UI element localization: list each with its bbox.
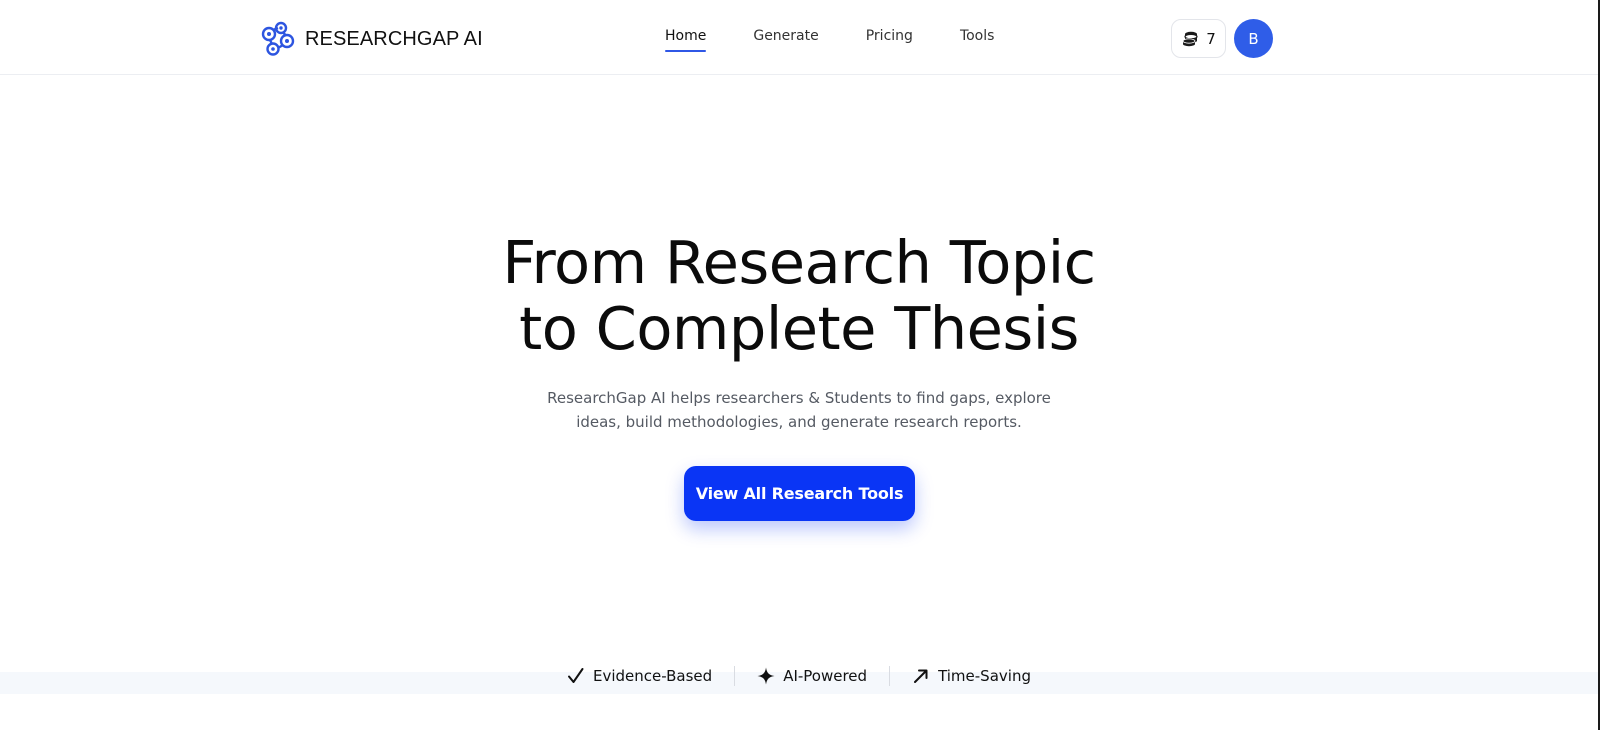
feature-label: Evidence-Based [593,667,713,685]
main-nav: Home Generate Pricing Tools [665,28,1041,52]
nav-home[interactable]: Home [665,28,707,52]
feature-time-saving: Time-Saving [890,667,1053,685]
hero-subtitle-line-2: ideas, build methodologies, and generate… [576,413,1022,431]
coins-stack-icon [1182,31,1198,46]
feature-evidence-based: Evidence-Based [545,667,734,685]
hero-subtitle-line-1: ResearchGap AI helps researchers & Stude… [547,389,1051,407]
hero-title: From Research Topic to Complete Thesis [0,230,1598,362]
credits-count: 7 [1206,29,1216,48]
top-header: RESEARCHGAP AI Home Generate Pricing Too… [0,0,1598,75]
hero-title-line-2: to Complete Thesis [519,294,1079,363]
features-bar: Evidence-Based AI-Powered Time-Saving [0,666,1598,686]
trend-arrow-icon [914,669,928,683]
user-avatar-button[interactable]: B [1234,19,1273,58]
nav-tools[interactable]: Tools [960,28,995,52]
view-all-research-tools-button[interactable]: View All Research Tools [684,466,915,521]
feature-label: AI-Powered [783,667,868,685]
sparkle-icon [757,667,775,685]
brand-logo-link[interactable]: RESEARCHGAP AI [259,20,483,58]
brand-name: RESEARCHGAP AI [305,27,483,50]
nav-pricing[interactable]: Pricing [866,28,913,52]
hero-title-line-1: From Research Topic [502,228,1096,297]
hero-subtitle: ResearchGap AI helps researchers & Stude… [0,386,1598,434]
credits-badge[interactable]: 7 [1171,19,1226,58]
logo-icon [261,21,295,56]
nav-generate[interactable]: Generate [753,28,818,52]
checkmark-icon [568,668,584,683]
feature-ai-powered: AI-Powered [735,667,889,685]
feature-label: Time-Saving [938,667,1031,685]
